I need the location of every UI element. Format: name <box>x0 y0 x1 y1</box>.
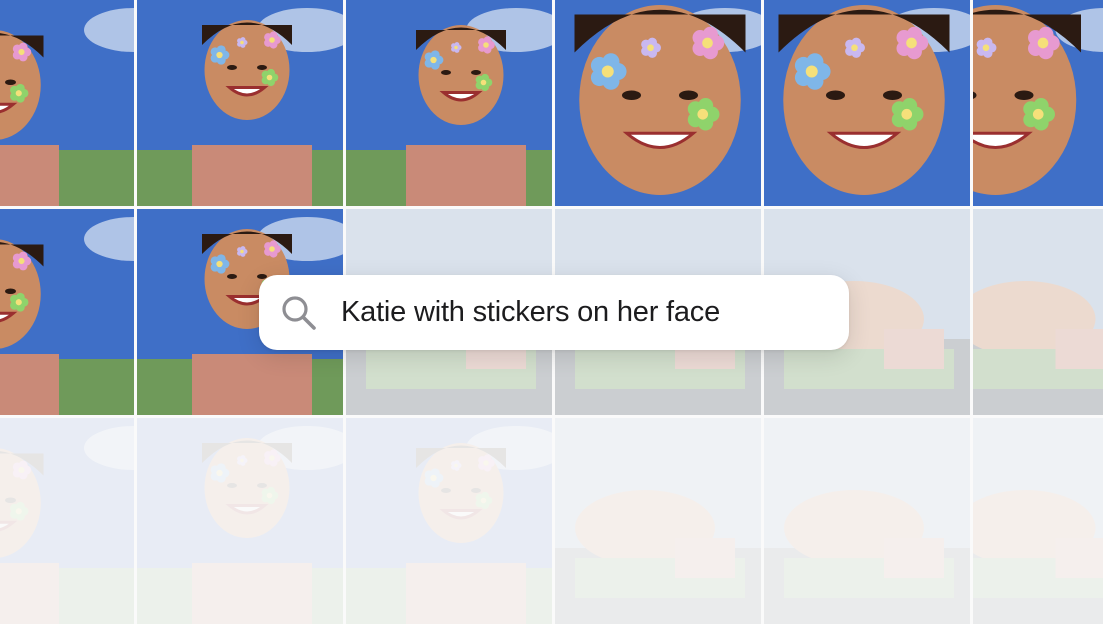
photo-thumbnail[interactable] <box>0 0 134 206</box>
photo-thumbnail[interactable] <box>0 418 134 624</box>
photo-thumbnail[interactable] <box>973 209 1103 415</box>
magnifying-glass-icon <box>282 295 316 330</box>
photo-thumbnail[interactable] <box>137 0 343 206</box>
photo-thumbnail[interactable] <box>555 418 761 624</box>
photo-thumbnail[interactable] <box>764 418 970 624</box>
photo-thumbnail[interactable] <box>973 0 1103 206</box>
photo-thumbnail[interactable] <box>346 418 552 624</box>
search-bar[interactable]: Katie with stickers on her face <box>259 275 849 350</box>
photo-thumbnail[interactable] <box>764 0 970 206</box>
photo-thumbnail[interactable] <box>346 0 552 206</box>
search-query-text[interactable]: Katie with stickers on her face <box>341 296 720 329</box>
photo-thumbnail[interactable] <box>0 209 134 415</box>
photos-search-screen: Katie with stickers on her face <box>0 0 1103 624</box>
photo-thumbnail[interactable] <box>973 418 1103 624</box>
photo-thumbnail[interactable] <box>137 418 343 624</box>
photo-thumbnail[interactable] <box>555 0 761 206</box>
